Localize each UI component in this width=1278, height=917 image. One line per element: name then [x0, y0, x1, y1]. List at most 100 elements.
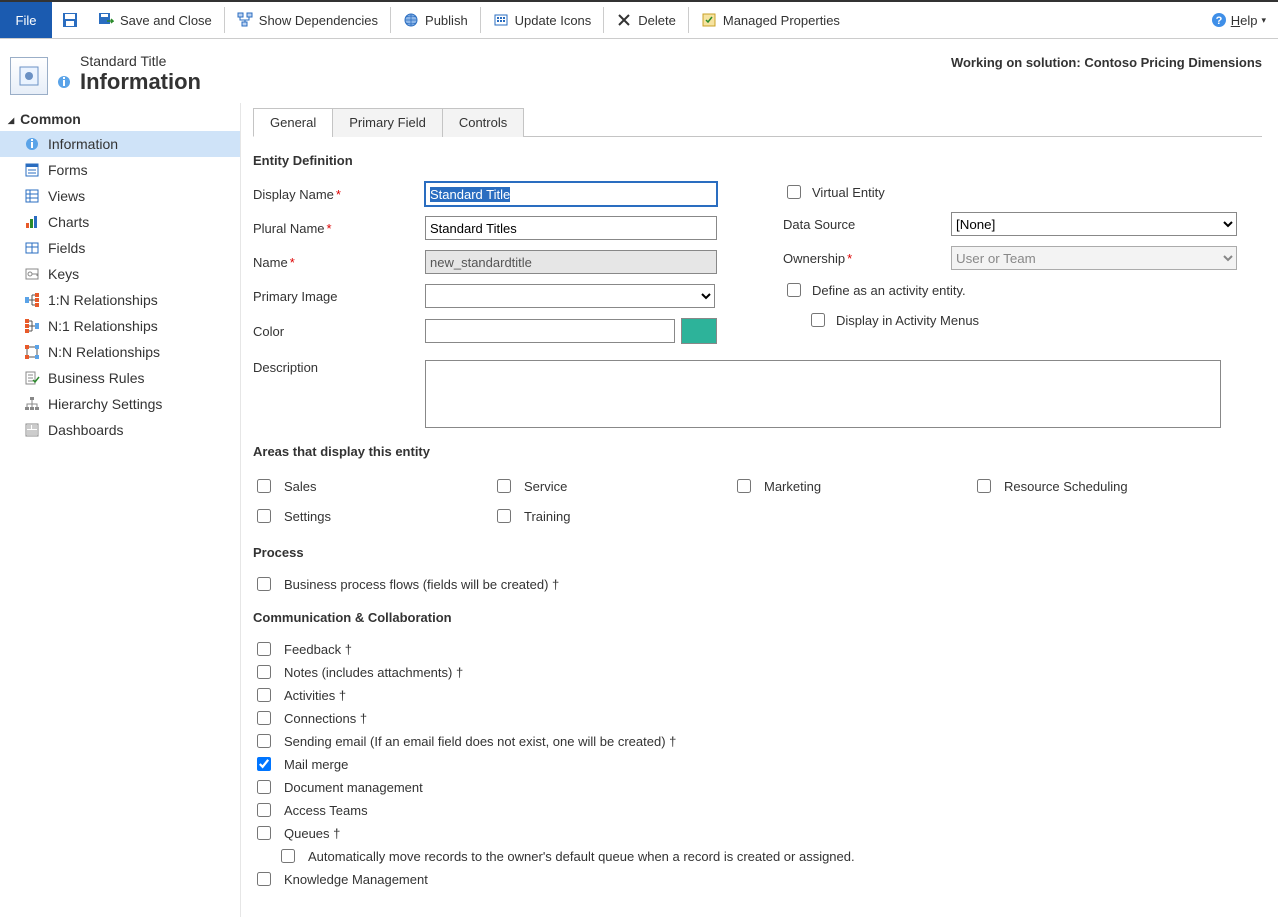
charts-icon	[24, 214, 40, 230]
queues-auto-checkbox[interactable]	[281, 849, 295, 863]
managed-properties-button[interactable]: Managed Properties	[691, 2, 850, 38]
rel-1n-icon	[24, 292, 40, 308]
sidebar-item-label: Forms	[48, 162, 88, 178]
description-textarea[interactable]	[425, 360, 1221, 428]
queues-label: Queues †	[284, 826, 340, 841]
sidebar: Common Information Forms Views Charts Fi…	[0, 103, 241, 917]
access-checkbox[interactable]	[257, 803, 271, 817]
sidebar-item-rel-nn[interactable]: N:N Relationships	[0, 339, 240, 365]
sidebar-item-views[interactable]: Views	[0, 183, 240, 209]
views-icon	[24, 188, 40, 204]
queues-checkbox[interactable]	[257, 826, 271, 840]
tab-controls[interactable]: Controls	[442, 108, 524, 137]
show-deps-label: Show Dependencies	[259, 13, 378, 28]
display-name-input[interactable]	[425, 182, 717, 206]
bpf-checkbox[interactable]	[257, 577, 271, 591]
display-activity-checkbox[interactable]	[811, 313, 825, 327]
save-icon-button[interactable]	[52, 2, 88, 38]
color-input[interactable]	[425, 319, 675, 343]
sidebar-item-rel-1n[interactable]: 1:N Relationships	[0, 287, 240, 313]
notes-checkbox[interactable]	[257, 665, 271, 679]
mailmerge-checkbox[interactable]	[257, 757, 271, 771]
managed-props-label: Managed Properties	[723, 13, 840, 28]
page-header: Standard Title Information Working on so…	[0, 39, 1278, 103]
update-icons-label: Update Icons	[515, 13, 592, 28]
section-comm: Communication & Collaboration	[253, 610, 1262, 625]
tabs: General Primary Field Controls	[253, 107, 1262, 137]
label-primary-image: Primary Image	[253, 289, 425, 304]
file-menu-button[interactable]: File	[0, 2, 52, 38]
label-define-activity: Define as an activity entity.	[812, 283, 966, 298]
area-settings-label: Settings	[284, 509, 331, 524]
tab-general[interactable]: General	[253, 108, 333, 137]
sidebar-item-dashboards[interactable]: Dashboards	[0, 417, 240, 443]
publish-button[interactable]: Publish	[393, 2, 478, 38]
area-marketing-checkbox[interactable]	[737, 479, 751, 493]
area-resource-label: Resource Scheduling	[1004, 479, 1128, 494]
save-close-label: Save and Close	[120, 13, 212, 28]
label-display-activity: Display in Activity Menus	[836, 313, 979, 328]
solution-context: Working on solution: Contoso Pricing Dim…	[951, 53, 1262, 95]
sidebar-item-label: Charts	[48, 214, 89, 230]
docmgmt-label: Document management	[284, 780, 423, 795]
label-display-name: Display Name*	[253, 187, 425, 202]
plural-name-input[interactable]	[425, 216, 717, 240]
section-entity-definition: Entity Definition	[253, 153, 1262, 168]
name-input	[425, 250, 717, 274]
help-icon: ?	[1211, 12, 1227, 28]
sidebar-item-label: Hierarchy Settings	[48, 396, 162, 412]
dependencies-icon	[237, 12, 253, 28]
sidebar-item-label: N:1 Relationships	[48, 318, 158, 334]
managed-props-icon	[701, 12, 717, 28]
activities-checkbox[interactable]	[257, 688, 271, 702]
label-plural-name: Plural Name*	[253, 221, 425, 236]
sidebar-item-fields[interactable]: Fields	[0, 235, 240, 261]
dashboards-icon	[24, 422, 40, 438]
sidebar-item-charts[interactable]: Charts	[0, 209, 240, 235]
area-resource-checkbox[interactable]	[977, 479, 991, 493]
help-menu[interactable]: ? Help ▾	[1211, 12, 1278, 28]
km-checkbox[interactable]	[257, 872, 271, 886]
sidebar-item-forms[interactable]: Forms	[0, 157, 240, 183]
delete-button[interactable]: Delete	[606, 2, 686, 38]
area-service-checkbox[interactable]	[497, 479, 511, 493]
area-sales-checkbox[interactable]	[257, 479, 271, 493]
area-sales-label: Sales	[284, 479, 317, 494]
label-data-source: Data Source	[783, 217, 951, 232]
connections-checkbox[interactable]	[257, 711, 271, 725]
content-scroll[interactable]: General Primary Field Controls Entity De…	[253, 103, 1262, 917]
sidebar-item-hierarchy[interactable]: Hierarchy Settings	[0, 391, 240, 417]
sidebar-item-business-rules[interactable]: Business Rules	[0, 365, 240, 391]
docmgmt-checkbox[interactable]	[257, 780, 271, 794]
virtual-entity-checkbox[interactable]	[787, 185, 801, 199]
page-title: Information	[80, 69, 201, 94]
sidebar-item-label: Keys	[48, 266, 79, 282]
define-activity-checkbox[interactable]	[787, 283, 801, 297]
data-source-select[interactable]: [None]	[951, 212, 1237, 236]
entity-header-icon	[10, 57, 48, 95]
area-training-checkbox[interactable]	[497, 509, 511, 523]
sidebar-group-common[interactable]: Common	[0, 109, 240, 131]
delete-icon	[616, 12, 632, 28]
km-label: Knowledge Management	[284, 872, 428, 887]
connections-label: Connections †	[284, 711, 367, 726]
label-name: Name*	[253, 255, 425, 270]
tab-primary-field[interactable]: Primary Field	[332, 108, 443, 137]
show-dependencies-button[interactable]: Show Dependencies	[227, 2, 388, 38]
area-settings-checkbox[interactable]	[257, 509, 271, 523]
primary-image-select[interactable]	[425, 284, 715, 308]
file-label: File	[16, 13, 37, 28]
email-checkbox[interactable]	[257, 734, 271, 748]
update-icons-button[interactable]: Update Icons	[483, 2, 602, 38]
feedback-checkbox[interactable]	[257, 642, 271, 656]
save-and-close-button[interactable]: Save and Close	[88, 2, 222, 38]
save-close-icon	[98, 12, 114, 28]
keys-icon	[24, 266, 40, 282]
sidebar-item-rel-n1[interactable]: N:1 Relationships	[0, 313, 240, 339]
sidebar-item-keys[interactable]: Keys	[0, 261, 240, 287]
color-swatch[interactable]	[681, 318, 717, 344]
label-color: Color	[253, 324, 425, 339]
area-marketing-label: Marketing	[764, 479, 821, 494]
sidebar-item-information[interactable]: Information	[0, 131, 240, 157]
update-icons-icon	[493, 12, 509, 28]
